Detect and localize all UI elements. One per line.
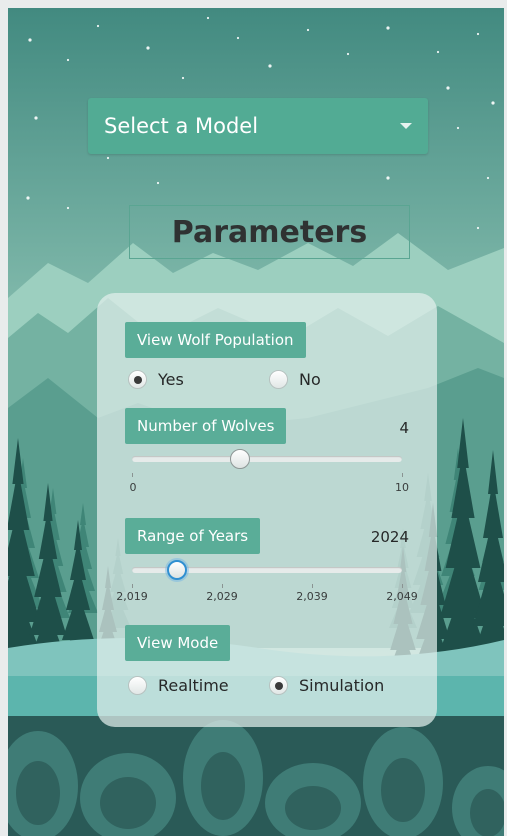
slider-tick <box>402 584 403 588</box>
radio-label-realtime: Realtime <box>158 676 229 695</box>
star <box>386 176 390 180</box>
star <box>206 16 210 20</box>
star <box>346 52 350 56</box>
star <box>386 26 390 30</box>
star <box>486 176 490 180</box>
radio-label-yes: Yes <box>158 370 184 389</box>
star <box>156 181 160 185</box>
star <box>181 76 185 80</box>
radio-label-no: No <box>299 370 321 389</box>
star <box>491 101 495 105</box>
star <box>476 32 480 36</box>
range-of-years-value: 2024 <box>370 528 409 546</box>
slider-thumb[interactable] <box>230 449 250 469</box>
star <box>26 196 30 200</box>
model-select-dropdown[interactable]: Select a Model <box>88 98 428 154</box>
radio-circle-icon <box>128 676 147 695</box>
star <box>306 28 310 32</box>
radio-circle-icon <box>269 676 288 695</box>
view-mode-realtime-radio[interactable]: Realtime <box>128 676 229 695</box>
slider-tick-label: 10 <box>395 481 409 494</box>
star <box>146 46 150 50</box>
number-of-wolves-value: 4 <box>399 419 409 437</box>
range-of-years-label: Range of Years <box>125 518 261 554</box>
radio-circle-icon <box>128 370 147 389</box>
slider-tick <box>132 584 133 588</box>
wolf-population-yes-radio[interactable]: Yes <box>128 370 184 389</box>
number-of-wolves-label: Number of Wolves <box>125 408 287 444</box>
star <box>106 156 110 160</box>
star <box>436 50 440 54</box>
slider-tick-label: 2,049 <box>386 590 418 603</box>
parameters-panel: View Wolf Population Yes No Number of Wo… <box>97 293 437 727</box>
star <box>476 226 480 230</box>
view-wolf-population-label: View Wolf Population <box>125 322 306 358</box>
app-window: Select a Model Parameters View Wolf Popu… <box>8 8 504 836</box>
slider-tick-label: 2,029 <box>206 590 238 603</box>
slider-thumb[interactable] <box>167 560 187 580</box>
slider-tick-label: 2,039 <box>296 590 328 603</box>
slider-tick <box>402 473 403 477</box>
star <box>28 38 32 42</box>
slider-tick <box>132 473 133 477</box>
slider-track[interactable] <box>132 456 402 462</box>
star <box>446 86 450 90</box>
slider-tick-label: 2,019 <box>116 590 148 603</box>
radio-selected-dot-icon <box>134 376 142 384</box>
view-mode-label: View Mode <box>125 625 231 661</box>
slider-tick <box>222 584 223 588</box>
slider-tick <box>312 584 313 588</box>
radio-circle-icon <box>269 370 288 389</box>
model-select-label: Select a Model <box>104 114 259 138</box>
radio-selected-dot-icon <box>275 682 283 690</box>
star <box>66 58 70 62</box>
star <box>268 64 272 68</box>
chevron-down-icon[interactable] <box>400 123 412 129</box>
slider-tick-label: 0 <box>129 481 137 494</box>
star <box>96 24 100 28</box>
star <box>34 116 38 120</box>
radio-label-simulation: Simulation <box>299 676 385 695</box>
star <box>66 206 70 210</box>
star <box>456 126 460 130</box>
view-mode-simulation-radio[interactable]: Simulation <box>269 676 384 695</box>
parameters-title: Parameters <box>129 205 410 259</box>
star <box>236 36 240 40</box>
wolf-population-no-radio[interactable]: No <box>269 370 321 389</box>
